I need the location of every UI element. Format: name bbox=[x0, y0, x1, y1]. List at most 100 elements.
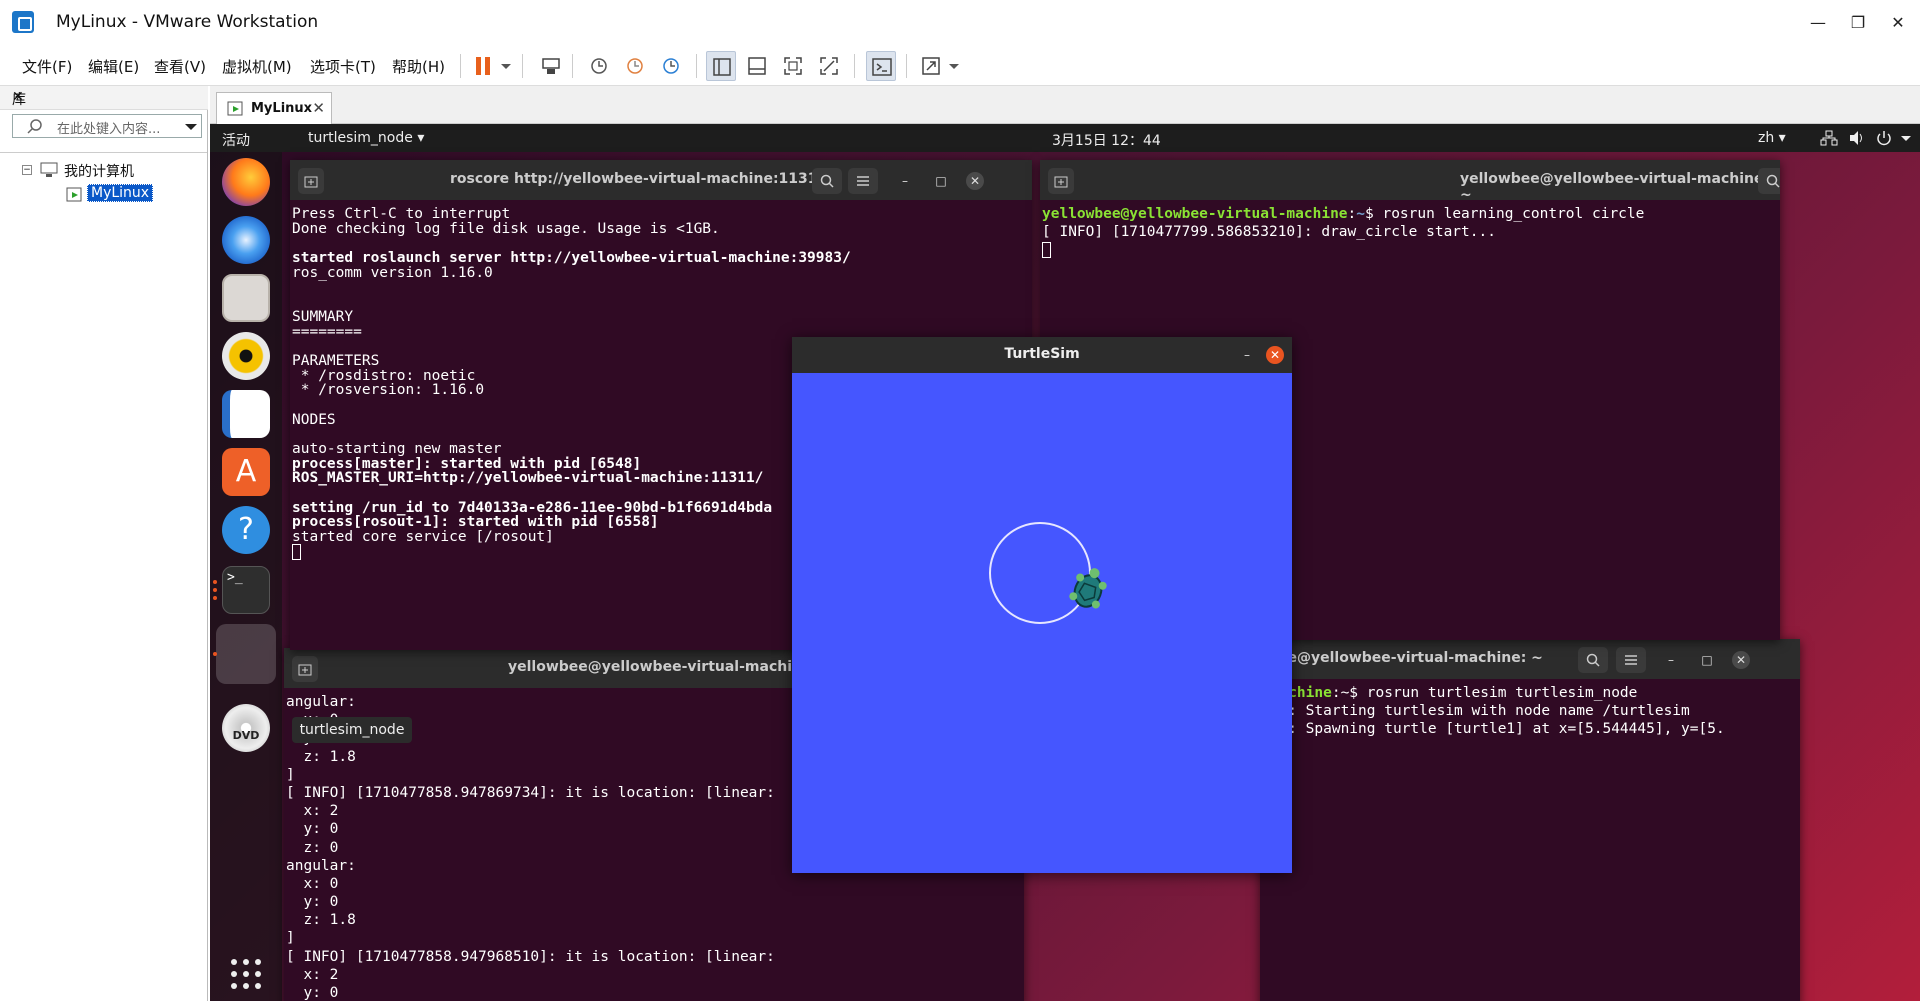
tree-item-mylinux[interactable]: MyLinux bbox=[87, 184, 154, 202]
send-ctrl-alt-del-button[interactable] bbox=[536, 51, 566, 81]
terminal-header: roscore http://yellowbee-virtual-machine… bbox=[290, 160, 1032, 200]
minimize-icon[interactable]: – bbox=[1238, 346, 1256, 364]
search-button[interactable] bbox=[1758, 168, 1780, 194]
minimize-button[interactable]: — bbox=[1798, 8, 1838, 38]
menu-button[interactable] bbox=[848, 168, 878, 194]
menu-edit[interactable]: 编辑(E) bbox=[88, 56, 139, 77]
chevron-down-icon[interactable] bbox=[185, 121, 197, 133]
turtlesim-window[interactable]: TurtleSim – ✕ bbox=[792, 337, 1292, 873]
terminal-output: yellowbee@yellowbee-virtual-machine:~$ r… bbox=[1042, 206, 1770, 260]
chevron-down-icon bbox=[501, 64, 511, 69]
maximize-icon[interactable]: □ bbox=[932, 172, 950, 190]
help-icon[interactable]: ? bbox=[222, 506, 270, 554]
terminal-header: yellowbee@yellowbee-virtual-machine: ~ bbox=[1040, 160, 1780, 203]
clock[interactable]: 3月15日 12：44 bbox=[1052, 130, 1161, 150]
search-icon bbox=[1766, 174, 1780, 188]
show-applications-icon[interactable] bbox=[230, 958, 262, 990]
minimize-icon[interactable]: – bbox=[1662, 651, 1680, 669]
output-line: Done checking log file disk usage. Usage… bbox=[292, 220, 720, 237]
terminal-icon bbox=[872, 58, 892, 76]
menu-bar: 文件(F) 编辑(E) 查看(V) 虚拟机(M) 选项卡(T) 帮助(H) bbox=[0, 46, 1920, 86]
show-library-button[interactable] bbox=[706, 51, 736, 81]
firefox-icon[interactable] bbox=[222, 158, 270, 206]
menu-view[interactable]: 查看(V) bbox=[154, 56, 206, 77]
menu-button[interactable] bbox=[1616, 647, 1646, 673]
libreoffice-writer-icon[interactable] bbox=[222, 390, 270, 438]
title-bar: MyLinux - VMware Workstation — ❐ ✕ bbox=[0, 0, 1920, 46]
library-header: 库 ✕ bbox=[0, 86, 208, 110]
network-icon[interactable] bbox=[1820, 130, 1838, 146]
pause-dropdown-button[interactable] bbox=[498, 51, 514, 81]
pause-button[interactable] bbox=[468, 51, 498, 81]
cursor bbox=[292, 543, 301, 560]
tab-mylinux[interactable]: MyLinux ✕ bbox=[216, 92, 332, 124]
terminal-output: -machine:~$ rosrun turtlesim turtlesim_n… bbox=[1262, 685, 1790, 739]
terminal-title: yellowbee@yellowbee-virtual-machine: ~ bbox=[508, 659, 834, 675]
app-menu-button[interactable]: turtlesim_node ▾ bbox=[308, 130, 424, 146]
command-text: $ rosrun learning_control circle bbox=[1365, 206, 1645, 222]
tree-item-my-computer[interactable]: 我的计算机 bbox=[64, 161, 134, 181]
output-line: y: 0 bbox=[286, 985, 339, 1001]
terminal-turtlesim-window[interactable]: bee@yellowbee-virtual-machine: ~ – □ ✕ -… bbox=[1260, 639, 1800, 1001]
new-tab-button[interactable] bbox=[298, 168, 324, 194]
turtlesim-header: TurtleSim – ✕ bbox=[792, 337, 1292, 373]
cursor bbox=[1042, 241, 1051, 258]
volume-icon[interactable] bbox=[1848, 130, 1866, 146]
new-tab-icon bbox=[1054, 176, 1068, 188]
close-icon[interactable]: ✕ bbox=[1732, 651, 1750, 669]
search-button[interactable] bbox=[1578, 647, 1608, 673]
gnome-top-bar: 活动 turtlesim_node ▾ 3月15日 12：44 zh ▾ bbox=[210, 124, 1920, 152]
turtlesim-app-icon[interactable] bbox=[216, 624, 276, 684]
snapshot-manager-button[interactable] bbox=[656, 51, 686, 81]
search-icon bbox=[820, 174, 834, 188]
turtlesim-title: TurtleSim bbox=[1004, 346, 1080, 362]
maximize-icon[interactable]: □ bbox=[1698, 651, 1716, 669]
output-line: ] bbox=[286, 930, 295, 947]
close-icon[interactable]: ✕ bbox=[1266, 346, 1284, 364]
minimize-icon[interactable]: – bbox=[896, 172, 914, 190]
thunderbird-icon[interactable] bbox=[222, 216, 270, 264]
close-icon[interactable]: ✕ bbox=[966, 172, 984, 190]
unity-mode-button[interactable] bbox=[814, 51, 844, 81]
tree-collapse-toggle[interactable]: − bbox=[22, 165, 32, 175]
software-center-icon[interactable]: A bbox=[222, 448, 270, 496]
menu-tabs[interactable]: 选项卡(T) bbox=[310, 56, 376, 77]
menu-help[interactable]: 帮助(H) bbox=[392, 56, 445, 77]
chevron-down-icon[interactable] bbox=[1900, 130, 1912, 146]
library-search-input[interactable]: 在此处键入内容... bbox=[12, 114, 202, 138]
output-line: Press Ctrl-C to interrupt bbox=[292, 206, 511, 222]
new-tab-button[interactable] bbox=[292, 656, 318, 682]
language-indicator[interactable]: zh ▾ bbox=[1758, 130, 1786, 146]
dvd-icon[interactable]: DVD bbox=[222, 704, 270, 752]
rhythmbox-icon[interactable] bbox=[222, 332, 270, 380]
full-screen-button[interactable] bbox=[778, 51, 808, 81]
close-window-button[interactable]: ✕ bbox=[1878, 8, 1918, 38]
menu-file[interactable]: 文件(F) bbox=[22, 56, 72, 77]
new-tab-button[interactable] bbox=[1048, 168, 1074, 194]
terminal-app-icon[interactable]: >_ bbox=[222, 566, 270, 614]
library-view-icon bbox=[713, 58, 731, 76]
stretch-guest-button[interactable] bbox=[916, 51, 946, 81]
vm-display[interactable]: 活动 turtlesim_node ▾ 3月15日 12：44 zh ▾ A ?… bbox=[210, 124, 1920, 1001]
search-button[interactable] bbox=[812, 168, 842, 194]
unity-mode-icon bbox=[820, 57, 838, 75]
files-icon[interactable] bbox=[222, 274, 270, 322]
output-line: ======== bbox=[292, 323, 362, 340]
snapshot-button[interactable] bbox=[584, 51, 614, 81]
restore-button[interactable]: ❐ bbox=[1838, 8, 1878, 38]
revert-snapshot-button[interactable] bbox=[620, 51, 650, 81]
close-library-button[interactable]: ✕ bbox=[12, 89, 200, 105]
thumbnail-bar-button[interactable] bbox=[742, 51, 772, 81]
activities-button[interactable]: 活动 bbox=[222, 130, 250, 150]
output-line: y: 0 bbox=[286, 894, 339, 911]
library-pane: 库 ✕ 在此处键入内容... − 我的计算机 MyLinux bbox=[0, 86, 208, 1001]
power-icon[interactable] bbox=[1876, 130, 1892, 146]
output-line: ros_comm version 1.16.0 bbox=[292, 264, 493, 281]
menu-vm[interactable]: 虚拟机(M) bbox=[222, 56, 292, 77]
console-view-button[interactable] bbox=[866, 51, 896, 81]
running-indicator bbox=[213, 580, 217, 584]
stretch-dropdown-button[interactable] bbox=[946, 51, 962, 81]
close-tab-icon[interactable]: ✕ bbox=[312, 99, 325, 117]
